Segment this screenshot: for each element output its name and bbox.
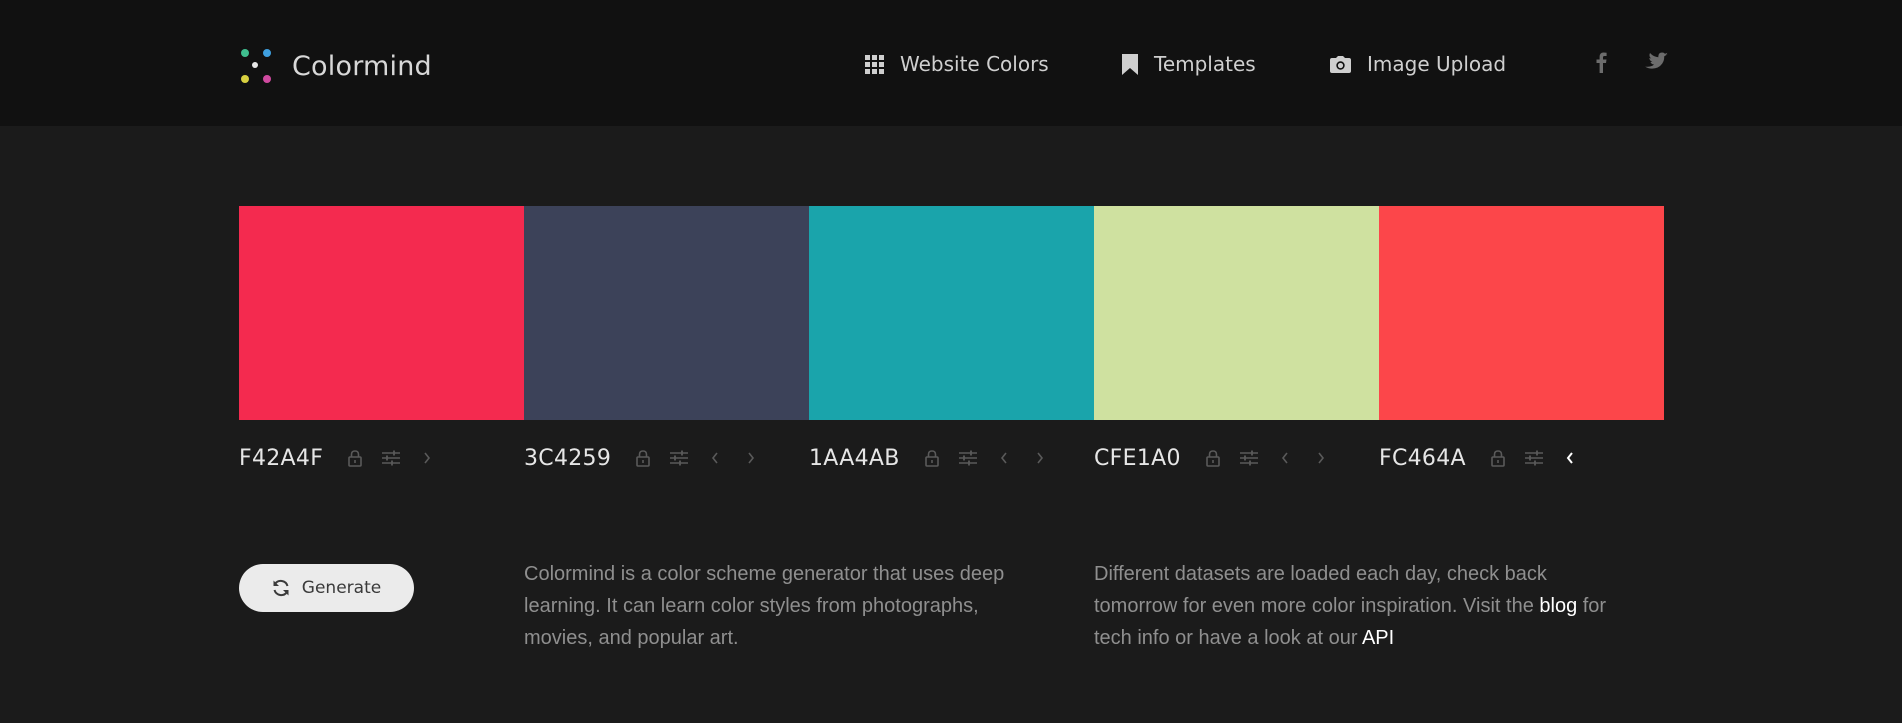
lock-icon[interactable] — [922, 448, 942, 468]
bookmark-icon — [1122, 53, 1138, 75]
adjust-sliders-icon[interactable] — [958, 448, 978, 468]
brand-logo[interactable]: Colormind — [239, 47, 432, 85]
datasets-text-intro: Different datasets are loaded each day, … — [1094, 563, 1547, 617]
nav-website-colors-label: Website Colors — [900, 52, 1049, 76]
generate-button[interactable]: Generate — [239, 564, 414, 612]
color-swatch-2[interactable] — [524, 206, 809, 420]
nav-image-upload[interactable]: Image Upload — [1330, 52, 1506, 76]
chevron-left-icon[interactable] — [1560, 448, 1580, 468]
facebook-link[interactable] — [1596, 52, 1607, 77]
brand-name: Colormind — [292, 51, 432, 82]
grid-icon — [865, 54, 884, 74]
chevron-left-icon[interactable] — [705, 448, 725, 468]
swatch-controls-3: 1AA4AB — [809, 442, 1066, 474]
chevron-right-icon[interactable] — [417, 448, 437, 468]
hex-value[interactable]: 1AA4AB — [809, 446, 900, 471]
hex-value[interactable]: CFE1A0 — [1094, 446, 1181, 471]
api-link[interactable]: API — [1362, 627, 1394, 649]
nav-templates[interactable]: Templates — [1122, 52, 1256, 76]
nav-templates-label: Templates — [1154, 52, 1256, 76]
top-header: Colormind Website Colors Templates Image… — [0, 0, 1902, 126]
hex-value[interactable]: 3C4259 — [524, 446, 611, 471]
camera-icon — [1330, 55, 1351, 73]
twitter-link[interactable] — [1645, 52, 1668, 75]
swatch-controls-4: CFE1A0 — [1094, 442, 1347, 474]
generate-label: Generate — [301, 578, 382, 598]
twitter-icon — [1645, 52, 1668, 75]
chevron-right-icon[interactable] — [1030, 448, 1050, 468]
color-swatch-5[interactable] — [1379, 206, 1664, 420]
swatch-controls-2: 3C4259 — [524, 442, 777, 474]
hex-value[interactable]: FC464A — [1379, 446, 1466, 471]
lock-icon[interactable] — [633, 448, 653, 468]
nav-image-upload-label: Image Upload — [1367, 52, 1507, 76]
adjust-sliders-icon[interactable] — [669, 448, 689, 468]
colormind-logo-icon — [239, 47, 273, 85]
blog-link[interactable]: blog — [1539, 595, 1577, 617]
lock-icon[interactable] — [1488, 448, 1508, 468]
chevron-right-icon[interactable] — [741, 448, 761, 468]
adjust-sliders-icon[interactable] — [1524, 448, 1544, 468]
nav-website-colors[interactable]: Website Colors — [865, 52, 1049, 76]
swatch-controls-5: FC464A — [1379, 442, 1596, 474]
adjust-sliders-icon[interactable] — [1239, 448, 1259, 468]
lock-icon[interactable] — [345, 448, 365, 468]
hex-value[interactable]: F42A4F — [239, 446, 323, 471]
refresh-icon — [272, 579, 290, 597]
adjust-sliders-icon[interactable] — [381, 448, 401, 468]
color-swatch-3[interactable] — [809, 206, 1094, 420]
chevron-left-icon[interactable] — [994, 448, 1014, 468]
swatch-controls-1: F42A4F — [239, 442, 453, 474]
color-swatch-4[interactable] — [1094, 206, 1379, 420]
datasets-text: Different datasets are loaded each day, … — [1094, 558, 1614, 654]
about-text: Colormind is a color scheme generator th… — [524, 563, 1005, 649]
chevron-left-icon[interactable] — [1275, 448, 1295, 468]
color-swatch-1[interactable] — [239, 206, 524, 420]
lock-icon[interactable] — [1203, 448, 1223, 468]
chevron-right-icon[interactable] — [1311, 448, 1331, 468]
facebook-icon — [1596, 52, 1607, 77]
